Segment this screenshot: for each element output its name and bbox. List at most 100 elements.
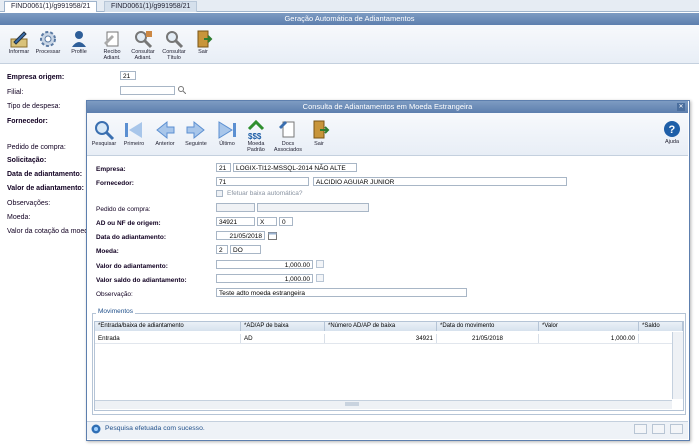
pedido-compra-label: Pedido de compra: (7, 144, 66, 151)
anterior-label: Anterior (155, 141, 175, 147)
search-advance-icon (135, 31, 153, 49)
valor-cotacao-label: Valor da cotação da moeda (7, 228, 93, 235)
movimentos-legend: Movimentos (96, 308, 136, 315)
consultar-titulo-label: Consultar Título (162, 49, 186, 61)
docs-associados-button[interactable]: Docs Associados (273, 117, 303, 153)
tipo-despesa-label: Tipo de despesa: (7, 103, 61, 110)
processar-label: Processar (35, 49, 61, 55)
col-header-ad-ap[interactable]: *AD/AP de baixa (241, 322, 325, 331)
tab-inactive[interactable]: FIND0061(1)/g991958/21 (104, 1, 198, 12)
exit-door-icon (197, 30, 213, 48)
exit-door-icon (313, 120, 330, 139)
col-header-saldo[interactable]: *Saldo (639, 322, 683, 331)
status-ok-icon (91, 424, 101, 436)
moeda-padrao-button[interactable]: $$$ Moeda Padrão (241, 117, 271, 153)
search-title-icon (166, 31, 184, 49)
anterior-button[interactable]: Anterior (150, 117, 180, 149)
moeda-label-modal: Moeda: (96, 248, 119, 255)
recibo-adiant-button[interactable]: Recibo Adiant. (97, 27, 127, 61)
help-icon: ? (664, 121, 680, 137)
ad-nf-number-field[interactable]: 34921 (216, 217, 255, 226)
main-sair-label: Sair (198, 49, 208, 55)
primeiro-label: Primeiro (123, 141, 145, 147)
calendar-icon[interactable] (268, 231, 277, 242)
dialog-title: Consulta de Adiantamentos em Moeda Estra… (87, 101, 688, 113)
consultar-titulo-button[interactable]: Consultar Título (159, 27, 189, 61)
data-adiantamento-label-modal: Data do adiantamento: (96, 234, 167, 241)
pedido-field-2[interactable] (257, 203, 369, 212)
cell-numero: 34921 (325, 334, 437, 343)
movimentos-grid[interactable]: *Entrada/baixa de adiantamento *AD/AP de… (94, 321, 684, 411)
data-adiantamento-label: Data de adiantamento: (7, 171, 83, 178)
valor-adiantamento-label-modal: Valor do adiantamento: (96, 263, 168, 270)
data-adiantamento-field[interactable]: 21/05/2018 (216, 231, 265, 240)
status-tool-icon-1[interactable] (634, 424, 647, 434)
moeda-code-field[interactable]: 2 (216, 245, 228, 254)
col-header-data[interactable]: *Data do movimento (437, 322, 539, 331)
seguinte-label: Seguinte (185, 141, 207, 147)
tab-active[interactable]: FIND0061(1)/g991958/21 (4, 1, 98, 12)
observacao-label: Observação: (96, 291, 133, 298)
consultar-adiant-button[interactable]: Consultar Adiant. (128, 27, 158, 61)
previous-arrow-icon (156, 120, 175, 140)
seguinte-button[interactable]: Seguinte (181, 117, 211, 149)
main-sair-button[interactable]: Sair (188, 27, 218, 59)
filial-input[interactable] (120, 86, 175, 95)
profile-label: Profile (71, 49, 87, 55)
status-message: Pesquisa efetuada com sucesso. (105, 425, 205, 432)
saldo-field[interactable]: 1,000.00 (216, 274, 313, 283)
processar-button[interactable]: Processar (33, 27, 63, 59)
observacao-field[interactable]: Teste adto moeda estrangeira (216, 288, 467, 297)
informar-label: Informar (8, 49, 30, 55)
ad-nf-seq-field[interactable]: 0 (279, 217, 293, 226)
valor-adiantamento-field[interactable]: 1,000.00 (216, 260, 313, 269)
horizontal-scroll-thumb[interactable] (345, 402, 359, 406)
cell-ad-ap: AD (241, 334, 325, 343)
filial-lookup-icon[interactable] (178, 86, 187, 96)
profile-button[interactable]: Profile (64, 27, 94, 59)
status-tool-icon-3[interactable] (670, 424, 683, 434)
fornecedor-code-field[interactable]: 71 (216, 177, 309, 186)
observacoes-label: Observações: (7, 200, 51, 207)
modal-fornecedor-label: Fornecedor: (96, 180, 134, 187)
dialog-sair-button[interactable]: Sair (304, 117, 334, 149)
empresa-origem-input[interactable]: 21 (120, 71, 136, 80)
col-header-valor[interactable]: *Valor (539, 322, 639, 331)
moeda-label: Moeda: (7, 214, 31, 221)
col-header-entrada[interactable]: *Entrada/baixa de adiantamento (95, 322, 241, 331)
ajuda-button[interactable]: ? Ajuda (657, 117, 687, 149)
moeda-name-field[interactable]: DO (230, 245, 261, 254)
primeiro-button[interactable]: Primeiro (119, 117, 149, 149)
col-header-numero[interactable]: *Número AD/AP de baixa (325, 322, 437, 331)
cell-entrada: Entrada (95, 334, 241, 343)
valor-calc-icon[interactable] (316, 260, 324, 268)
informar-button[interactable]: Informar (4, 27, 34, 59)
empresa-code-field[interactable]: 21 (216, 163, 231, 172)
last-arrow-icon (218, 121, 236, 139)
saldo-calc-icon[interactable] (316, 274, 324, 282)
documents-icon (279, 121, 295, 138)
first-arrow-icon (125, 122, 142, 138)
fornecedor-name-field[interactable]: ALCIDIO AGUIAR JUNIOR (313, 177, 567, 186)
fornecedor-label: Fornecedor: (7, 118, 48, 125)
pesquisar-button[interactable]: Pesquisar (89, 117, 119, 149)
svg-text:?: ? (669, 124, 676, 136)
moeda-padrao-label: Moeda Padrão (247, 141, 265, 153)
gears-icon (40, 31, 56, 47)
recibo-adiant-label: Recibo Adiant. (103, 49, 121, 61)
coins-icon: $$$ (247, 119, 265, 141)
empresa-name-field[interactable]: LOGIX-TI12-MSSQL-2014 NÃO ALTE (233, 163, 357, 172)
efetuar-baixa-label: Efetuar baixa automática? (227, 190, 303, 197)
modal-pedido-label: Pedido de compra: (96, 206, 151, 213)
efetuar-baixa-checkbox[interactable] (216, 190, 223, 197)
ajuda-label: Ajuda (664, 139, 680, 145)
ultimo-button[interactable]: Último (212, 117, 242, 149)
status-tool-icon-2[interactable] (652, 424, 665, 434)
ad-nf-type-field[interactable]: X (257, 217, 277, 226)
empresa-origem-label: Empresa origem: (7, 74, 65, 81)
docs-associados-label: Docs Associados (273, 141, 303, 153)
pedido-field-1[interactable] (216, 203, 255, 212)
vertical-scrollbar[interactable] (672, 332, 683, 399)
dialog-close-button[interactable]: ✕ (677, 103, 685, 111)
horizontal-scrollbar[interactable] (95, 400, 672, 409)
